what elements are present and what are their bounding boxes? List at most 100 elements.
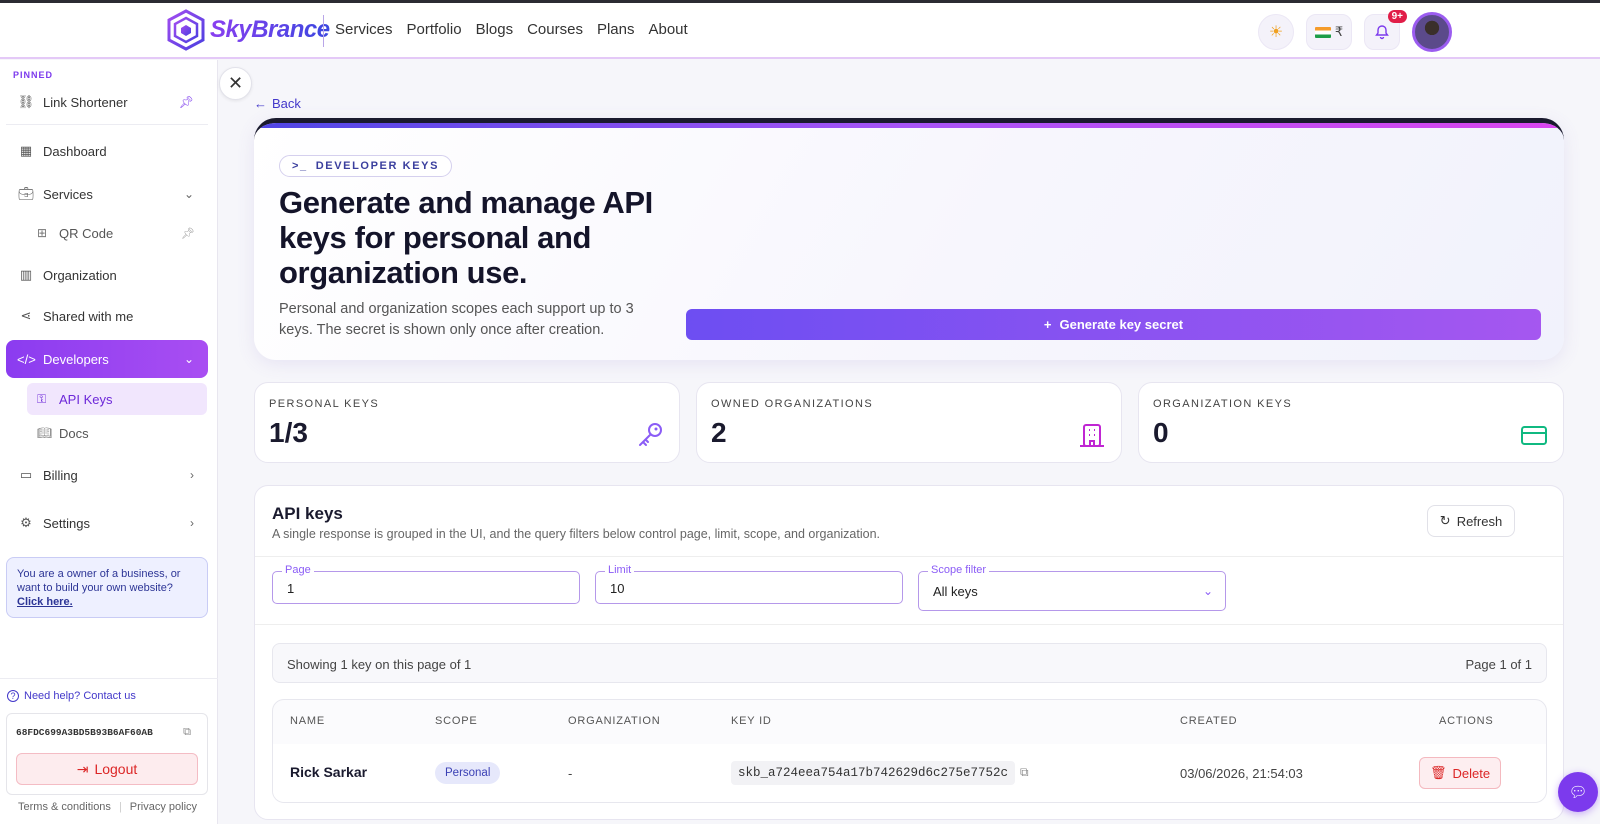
panel-divider [255, 624, 1563, 625]
nav-portfolio[interactable]: Portfolio [407, 21, 462, 38]
code-icon: </> [17, 351, 36, 367]
logo-hexagon-icon [167, 9, 205, 51]
stat-organization-keys: ORGANIZATION KEYS 0 [1138, 382, 1564, 463]
page-input[interactable]: Page 1 [272, 564, 580, 604]
bell-icon [1375, 25, 1389, 40]
sidebar-item-services[interactable]: 💼︎ Services ⌄ [6, 176, 208, 212]
credit-card-icon: ▭ [19, 467, 33, 482]
chevron-right-icon: › [190, 468, 194, 482]
stat-personal-keys: PERSONAL KEYS 1/3 [254, 382, 680, 463]
sidebar-item-label: Docs [59, 425, 89, 441]
chat-bubble-icon: 💬︎ [1568, 784, 1588, 801]
refresh-icon: ↻ [1439, 513, 1451, 528]
chevron-right-icon: › [190, 516, 194, 530]
locale-currency-button[interactable]: ₹ [1306, 14, 1352, 50]
generate-key-button[interactable]: + Generate key secret [686, 309, 1541, 340]
column-header-scope: SCOPE [435, 715, 478, 727]
back-link[interactable]: ← Back [254, 96, 301, 111]
sidebar-item-label: Settings [43, 515, 90, 531]
column-header-created: CREATED [1180, 715, 1238, 727]
help-contact-link[interactable]: ? Need help? Contact us [7, 690, 136, 702]
chat-support-button[interactable]: 💬︎ [1558, 772, 1598, 812]
pin-icon[interactable]: 📌︎ [179, 95, 194, 109]
sidebar-item-api-keys[interactable]: ⚿ API Keys [27, 383, 207, 415]
nav-services[interactable]: Services [335, 21, 393, 38]
india-flag-icon [1314, 26, 1331, 38]
promo-link[interactable]: Click here. [17, 595, 197, 609]
logout-label: Logout [94, 761, 138, 777]
api-keys-panel: API keys A single response is grouped in… [254, 485, 1564, 820]
limit-input[interactable]: Limit 10 [595, 564, 903, 604]
column-header-actions: ACTIONS [1439, 715, 1494, 727]
chevron-down-icon: ⌄ [183, 187, 194, 201]
sidebar: PINNED ⛓ Link Shortener 📌︎ ▦ Dashboard 💼… [0, 60, 218, 824]
key-icon: ⚿ [37, 391, 47, 406]
briefcase-icon: 💼︎ [17, 186, 35, 201]
sidebar-divider [6, 124, 208, 125]
notification-count-badge: 9+ [1387, 10, 1407, 23]
pin-icon[interactable]: 📌︎ [181, 227, 195, 240]
sidebar-item-shared-with-me[interactable]: ⋖ Shared with me [6, 298, 208, 334]
panel-title: API keys [272, 504, 343, 523]
close-icon: ✕ [227, 73, 244, 93]
business-promo-card: You are a owner of a business, or want t… [6, 557, 208, 618]
panel-divider [255, 556, 1563, 557]
refresh-label: Refresh [1456, 513, 1503, 529]
sidebar-item-qr-code[interactable]: ⊞ QR Code 📌︎ [27, 217, 207, 249]
page-description: Personal and organization scopes each su… [279, 301, 634, 338]
scope-filter-label: Scope filter [928, 564, 990, 576]
developer-keys-chip: >_ DEVELOPER KEYS [279, 155, 453, 177]
refresh-button[interactable]: ↻ Refresh [1427, 505, 1515, 537]
sidebar-item-label: Shared with me [43, 308, 134, 324]
building-icon [1080, 424, 1104, 447]
arrow-left-icon: ← [254, 96, 267, 111]
pinned-section-label: PINNED [13, 70, 54, 80]
sidebar-item-label: Billing [43, 467, 78, 483]
delete-key-button[interactable]: 🗑︎ Delete [1419, 757, 1501, 789]
back-label: Back [272, 96, 301, 111]
scope-badge: Personal [435, 762, 501, 784]
sidebar-item-link-shortener[interactable]: ⛓ Link Shortener 📌︎ [6, 84, 208, 120]
scope-filter-select[interactable]: Scope filter All keys ⌄ [918, 564, 1226, 611]
sidebar-item-label: Developers [43, 351, 109, 367]
share-icon: ⋖ [20, 308, 32, 323]
copy-icon[interactable]: ⧉ [183, 726, 191, 739]
results-summary-bar: Showing 1 key on this page of 1 Page 1 o… [272, 643, 1547, 683]
nav-courses[interactable]: Courses [527, 21, 583, 38]
delete-label: Delete [1452, 765, 1491, 781]
theme-toggle-button[interactable]: ☀ [1258, 14, 1294, 50]
sidebar-item-docs[interactable]: 📖︎ Docs [27, 417, 207, 449]
terms-link[interactable]: Terms & conditions [18, 801, 111, 813]
legal-links: Terms & conditions | Privacy policy [18, 801, 197, 813]
stat-value: 0 [1153, 417, 1169, 448]
sidebar-item-label: Services [43, 186, 93, 202]
key-organization: - [568, 766, 573, 781]
page-indicator: Page 1 of 1 [1465, 657, 1533, 672]
notifications-button[interactable]: 9+ [1364, 10, 1407, 50]
dashboard-icon: ▦ [19, 143, 33, 158]
key-id-value: skb_a724eea754a17b742629d6c275e7752c [731, 761, 1016, 785]
sidebar-item-developers[interactable]: </> Developers ⌄ [6, 340, 208, 378]
api-keys-table: NAME SCOPE ORGANIZATION KEY ID CREATED A… [272, 699, 1547, 803]
column-header-name: NAME [290, 715, 325, 727]
brand-logo[interactable]: SkyBrance [166, 9, 330, 51]
generate-key-label: Generate key secret [1059, 317, 1184, 332]
key-icon [639, 423, 662, 446]
copy-icon[interactable]: ⧉ [1020, 765, 1029, 780]
nav-plans[interactable]: Plans [597, 21, 635, 38]
plus-icon: + [1043, 317, 1052, 332]
main-nav: Services Portfolio Blogs Courses Plans A… [335, 21, 688, 38]
promo-text: You are a owner of a business, or want t… [17, 568, 181, 594]
sidebar-item-dashboard[interactable]: ▦ Dashboard [6, 133, 208, 169]
nav-blogs[interactable]: Blogs [476, 21, 514, 38]
sidebar-item-billing[interactable]: ▭ Billing › [6, 457, 208, 493]
sidebar-item-organization[interactable]: ▥ Organization [6, 257, 208, 293]
sidebar-item-settings[interactable]: ⚙ Settings › [6, 505, 208, 541]
logout-button[interactable]: ⇥ Logout [16, 753, 198, 785]
stat-label: ORGANIZATION KEYS [1153, 398, 1293, 410]
close-sidebar-button[interactable]: ✕ [219, 67, 252, 100]
privacy-link[interactable]: Privacy policy [130, 801, 197, 813]
user-avatar[interactable] [1412, 12, 1452, 52]
nav-about[interactable]: About [648, 21, 687, 38]
sidebar-item-label: Dashboard [43, 143, 107, 159]
